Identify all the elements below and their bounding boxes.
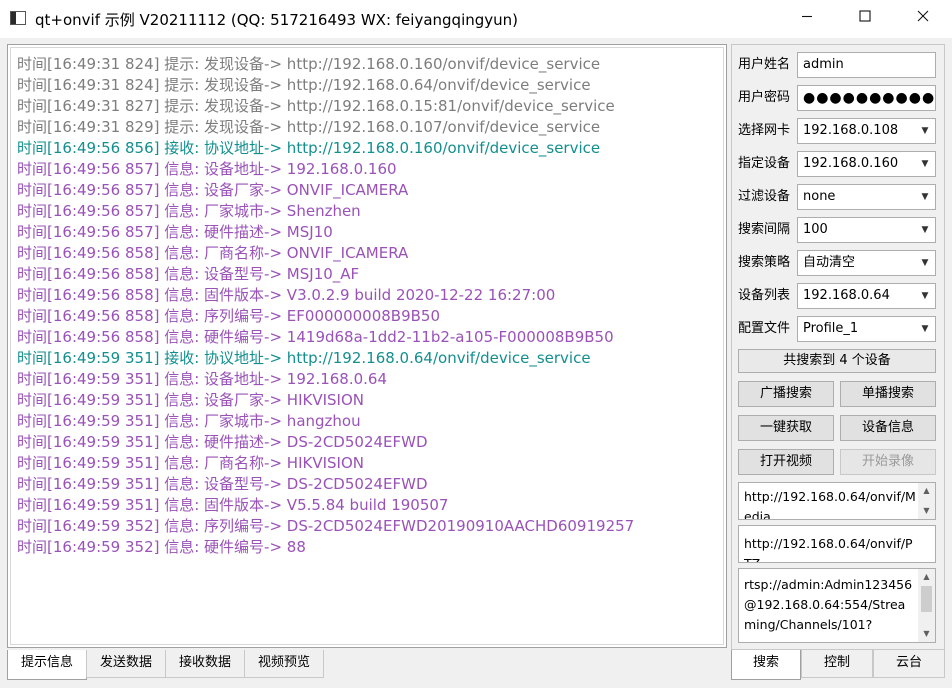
- log-line: 时间[16:49:59 351] 信息: 硬件描述-> DS-2CD5024EF…: [17, 433, 428, 451]
- maximize-icon: [859, 10, 871, 22]
- log-line: 时间[16:49:31 824] 提示: 发现设备-> http://192.1…: [17, 55, 601, 73]
- nic-label: 选择网卡: [738, 123, 791, 138]
- password-field[interactable]: ●●●●●●●●●●●: [797, 85, 936, 111]
- window-title: qt+onvif 示例 V20211112 (QQ: 517216493 WX:…: [35, 11, 519, 29]
- log-line: 时间[16:49:56 857] 信息: 设备厂家-> ONVIF_ICAMER…: [17, 181, 409, 199]
- title-bar: qt+onvif 示例 V20211112 (QQ: 517216493 WX:…: [0, 0, 952, 38]
- chevron-down-icon: ▼: [921, 225, 929, 235]
- start-record-button[interactable]: 开始录像: [840, 449, 936, 475]
- device-list-combo[interactable]: 192.168.0.64 ▼: [797, 283, 936, 309]
- device-list-value: 192.168.0.64: [803, 288, 890, 303]
- profile-value: Profile_1: [803, 321, 859, 336]
- one-key-get-button[interactable]: 一键获取: [738, 415, 834, 441]
- interval-value: 100: [803, 222, 828, 237]
- log-line: 时间[16:49:59 351] 信息: 设备地址-> 192.168.0.64: [17, 370, 388, 388]
- chevron-down-icon: ▼: [921, 192, 929, 202]
- scroll-down-icon[interactable]: ▼: [918, 626, 935, 642]
- username-field[interactable]: admin: [797, 52, 936, 78]
- scroll-up-icon[interactable]: ▲: [918, 483, 935, 499]
- scroll-up-icon[interactable]: ▲: [918, 569, 935, 585]
- rtsp-url-scrollbar[interactable]: ▲ ▼: [918, 569, 935, 642]
- strategy-combo[interactable]: 自动清空 ▼: [797, 250, 936, 276]
- close-button[interactable]: [894, 0, 952, 34]
- tab-send-data[interactable]: 发送数据: [86, 650, 167, 678]
- tab-ptz[interactable]: 云台: [873, 650, 945, 678]
- log-line: 时间[16:49:59 352] 信息: 序列编号-> DS-2CD5024EF…: [17, 517, 635, 535]
- log-line: 时间[16:49:31 824] 提示: 发现设备-> http://192.1…: [17, 76, 591, 94]
- device-label: 指定设备: [738, 156, 791, 171]
- device-info-button[interactable]: 设备信息: [840, 415, 936, 441]
- media-url-box[interactable]: http://192.168.0.64/onvif/Media ▲ ▼: [738, 482, 936, 520]
- profile-combo[interactable]: Profile_1 ▼: [797, 316, 936, 342]
- unicast-search-button[interactable]: 单播搜索: [840, 381, 936, 407]
- log-line: 时间[16:49:59 351] 信息: 固件版本-> V5.5.84 buil…: [17, 496, 449, 514]
- tab-control[interactable]: 控制: [801, 650, 873, 678]
- device-combo[interactable]: 192.168.0.160 ▼: [797, 151, 936, 177]
- device-value: 192.168.0.160: [803, 156, 899, 171]
- log-line: 时间[16:49:59 351] 接收: 协议地址-> http://192.1…: [17, 349, 591, 367]
- minimize-button[interactable]: [778, 0, 836, 34]
- ptz-url-box[interactable]: http://192.168.0.64/onvif/PTZ: [738, 525, 936, 563]
- ptz-url-text: http://192.168.0.64/onvif/PTZ: [744, 536, 913, 562]
- log-line: 时间[16:49:56 858] 信息: 硬件编号-> 1419d68a-1dd…: [17, 328, 614, 346]
- log-line: 时间[16:49:56 856] 接收: 协议地址-> http://192.1…: [17, 139, 601, 157]
- filter-combo[interactable]: none ▼: [797, 184, 936, 210]
- tab-prompt-info[interactable]: 提示信息: [7, 650, 88, 680]
- filter-label: 过滤设备: [738, 189, 791, 204]
- log-line: 时间[16:49:31 827] 提示: 发现设备-> http://192.1…: [17, 97, 615, 115]
- nic-combo[interactable]: 192.168.0.108 ▼: [797, 118, 936, 144]
- log-line: 时间[16:49:56 857] 信息: 厂家城市-> Shenzhen: [17, 202, 361, 220]
- log-line: 时间[16:49:59 351] 信息: 设备厂家-> HIKVISION: [17, 391, 365, 409]
- tab-search[interactable]: 搜索: [731, 650, 801, 680]
- scroll-thumb[interactable]: [921, 586, 932, 612]
- side-tab-bar: 搜索 控制 云台: [731, 650, 945, 680]
- log-line: 时间[16:49:56 857] 信息: 硬件描述-> MSJ10: [17, 223, 333, 241]
- search-result-status: 共搜索到 4 个设备: [738, 349, 936, 373]
- log-line: 时间[16:49:59 351] 信息: 厂商名称-> HIKVISION: [17, 454, 365, 472]
- chevron-down-icon: ▼: [921, 324, 929, 334]
- chevron-down-icon: ▼: [921, 291, 929, 301]
- broadcast-search-button[interactable]: 广播搜索: [738, 381, 834, 407]
- maximize-button[interactable]: [836, 0, 894, 34]
- tab-video-preview[interactable]: 视频预览: [244, 650, 325, 678]
- strategy-value: 自动清空: [803, 255, 856, 270]
- log-inner-frame: 时间[16:49:31 824] 提示: 发现设备-> http://192.1…: [10, 47, 724, 645]
- app-window-icon: [10, 11, 26, 25]
- log-line: 时间[16:49:56 857] 信息: 设备地址-> 192.168.0.16…: [17, 160, 397, 178]
- chevron-down-icon: ▼: [921, 126, 929, 136]
- open-video-button[interactable]: 打开视频: [738, 449, 834, 475]
- log-line: 时间[16:49:56 858] 信息: 设备型号-> MSJ10_AF: [17, 265, 360, 283]
- log-output[interactable]: 时间[16:49:31 824] 提示: 发现设备-> http://192.1…: [7, 44, 727, 648]
- close-icon: [917, 10, 929, 22]
- log-line: 时间[16:49:59 351] 信息: 厂家城市-> hangzhou: [17, 412, 361, 430]
- media-url-scrollbar[interactable]: ▲ ▼: [918, 483, 935, 519]
- log-line: 时间[16:49:56 858] 信息: 序列编号-> EF000000008B…: [17, 307, 441, 325]
- strategy-label: 搜索策略: [738, 255, 791, 270]
- log-line: 时间[16:49:56 858] 信息: 固件版本-> V3.0.2.9 bui…: [17, 286, 556, 304]
- log-lines: 时间[16:49:31 824] 提示: 发现设备-> http://192.1…: [17, 54, 719, 640]
- profile-label: 配置文件: [738, 321, 791, 336]
- log-line: 时间[16:49:31 829] 提示: 发现设备-> http://192.1…: [17, 118, 601, 136]
- tab-receive-data[interactable]: 接收数据: [165, 650, 246, 678]
- nic-value: 192.168.0.108: [803, 123, 899, 138]
- scroll-down-icon[interactable]: ▼: [918, 503, 935, 519]
- search-panel: 用户姓名 admin 用户密码 ●●●●●●●●●●● 选择网卡 192.168…: [731, 44, 945, 650]
- interval-combo[interactable]: 100 ▼: [797, 217, 936, 243]
- device-list-label: 设备列表: [738, 288, 791, 303]
- rtsp-url-box[interactable]: rtsp://admin:Admin123456@192.168.0.64:55…: [738, 568, 936, 643]
- password-label: 用户密码: [738, 90, 791, 105]
- minimize-icon: [802, 15, 812, 18]
- interval-label: 搜索间隔: [738, 222, 791, 237]
- chevron-down-icon: ▼: [921, 258, 929, 268]
- log-line: 时间[16:49:59 351] 信息: 设备型号-> DS-2CD5024EF…: [17, 475, 428, 493]
- username-label: 用户姓名: [738, 57, 791, 72]
- media-url-text: http://192.168.0.64/onvif/Media: [744, 489, 916, 520]
- log-line: 时间[16:49:56 858] 信息: 厂商名称-> ONVIF_ICAMER…: [17, 244, 409, 262]
- chevron-down-icon: ▼: [921, 159, 929, 169]
- log-line: 时间[16:49:59 352] 信息: 硬件编号-> 88: [17, 538, 306, 556]
- filter-value: none: [803, 189, 836, 204]
- bottom-tab-bar: 提示信息 发送数据 接收数据 视频预览: [7, 650, 325, 680]
- rtsp-url-text: rtsp://admin:Admin123456@192.168.0.64:55…: [744, 577, 913, 632]
